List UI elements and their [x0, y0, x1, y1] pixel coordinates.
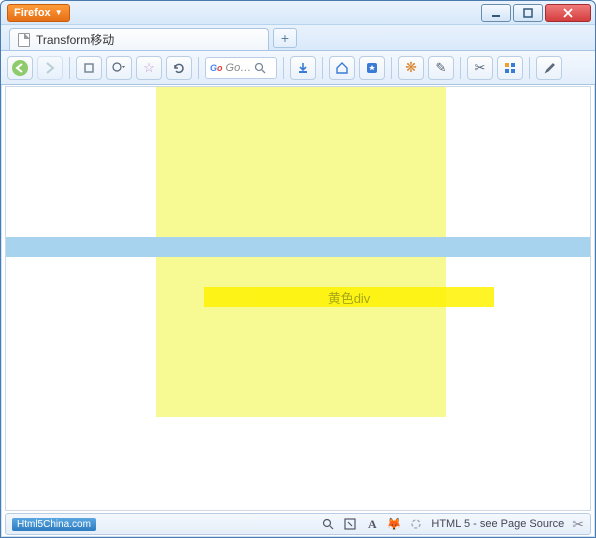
close-icon: [563, 8, 573, 18]
firefox-status-icon[interactable]: 🦊: [387, 517, 401, 531]
yellow-div-overlay: 黄色div: [204, 287, 494, 307]
wand-icon: ❋: [405, 59, 417, 76]
separator: [198, 57, 199, 79]
tabstrip: Transform移动 +: [1, 25, 595, 51]
eyedropper-icon: [542, 61, 556, 75]
google-icon: Go: [210, 63, 223, 73]
bookmarks-icon: [365, 61, 379, 75]
separator: [322, 57, 323, 79]
home-button[interactable]: [329, 56, 355, 80]
maximize-icon: [523, 8, 533, 18]
inspect-icon[interactable]: [343, 517, 357, 531]
tab-active[interactable]: Transform移动: [9, 28, 269, 50]
maximize-button[interactable]: [513, 4, 543, 22]
new-tab-button[interactable]: +: [273, 28, 297, 48]
reload-icon: [172, 61, 186, 75]
status-message: HTML 5 - see Page Source: [431, 518, 564, 530]
plus-icon: +: [281, 30, 289, 46]
tab-title: Transform移动: [36, 31, 114, 48]
browser-window: Firefox ▼ Transform移动 +: [0, 0, 596, 538]
separator: [529, 57, 530, 79]
downloads-button[interactable]: [290, 56, 316, 80]
statusbar: Html5China.com A 🦊 HTML 5 - see Page Sou…: [5, 513, 591, 535]
colorpicker-button[interactable]: [536, 56, 562, 80]
grid-icon: [503, 61, 517, 75]
loading-icon: [409, 517, 423, 531]
pencil-icon: ✎: [436, 60, 447, 76]
apps-button[interactable]: [497, 56, 523, 80]
firefox-menu-label: Firefox: [14, 7, 51, 19]
forward-arrow-icon: [43, 61, 57, 75]
scissors-icon: ✂: [475, 60, 486, 76]
minimize-icon: [491, 8, 501, 18]
separator: [69, 57, 70, 79]
zoom-icon[interactable]: [321, 517, 335, 531]
cut-button[interactable]: ✂: [467, 56, 493, 80]
addon-button-1[interactable]: ❋: [398, 56, 424, 80]
search-placeholder: Go…: [226, 62, 252, 74]
yellow-box-top: [156, 87, 446, 237]
site-badge[interactable]: Html5China.com: [12, 518, 96, 531]
home-dropdown-button[interactable]: [106, 56, 132, 80]
back-button[interactable]: [7, 56, 33, 80]
star-icon: ☆: [143, 60, 155, 76]
toolbar: ☆ Go Go… ❋ ✎ ✂: [1, 51, 595, 85]
separator: [283, 57, 284, 79]
page-icon: [18, 33, 30, 47]
back-arrow-icon: [11, 59, 29, 77]
firefox-menu-button[interactable]: Firefox ▼: [7, 4, 70, 22]
clip-icon[interactable]: ✂: [572, 516, 584, 533]
download-icon: [296, 61, 310, 75]
stop-icon: [83, 62, 95, 74]
search-box[interactable]: Go Go…: [205, 57, 277, 79]
globe-icon: [112, 61, 126, 75]
close-button[interactable]: [545, 4, 591, 22]
yellow-div-label: 黄色div: [328, 288, 371, 307]
forward-button[interactable]: [37, 56, 63, 80]
separator: [391, 57, 392, 79]
titlebar: Firefox ▼: [1, 1, 595, 25]
home-icon: [335, 61, 349, 75]
stop-button[interactable]: [76, 56, 102, 80]
search-icon: [254, 62, 266, 74]
reload-button[interactable]: [166, 56, 192, 80]
blue-bar: [6, 237, 590, 257]
font-icon[interactable]: A: [365, 517, 379, 531]
bookmarks-menu-button[interactable]: [359, 56, 385, 80]
minimize-button[interactable]: [481, 4, 511, 22]
window-controls: [481, 4, 591, 22]
separator: [460, 57, 461, 79]
chevron-down-icon: ▼: [55, 8, 63, 17]
page-viewport: 黄色div: [5, 86, 591, 511]
addon-button-2[interactable]: ✎: [428, 56, 454, 80]
yellow-box-bottom: [156, 257, 446, 417]
bookmark-button[interactable]: ☆: [136, 56, 162, 80]
